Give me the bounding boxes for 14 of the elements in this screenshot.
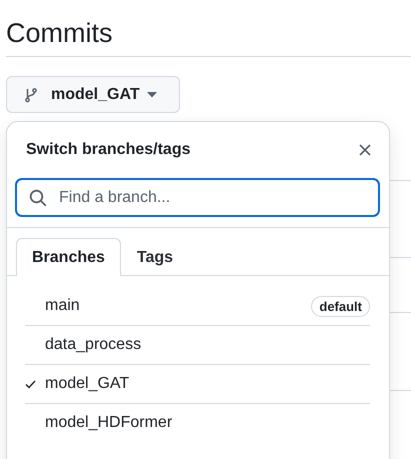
branch-item[interactable]: model_HDFormer xyxy=(25,404,370,442)
branch-item[interactable]: main default xyxy=(25,287,370,326)
branch-icon xyxy=(23,86,39,102)
branch-item[interactable]: model_GAT xyxy=(25,365,370,404)
tab[interactable]: Tags xyxy=(120,238,190,276)
branch-item[interactable]: data_process xyxy=(25,326,370,365)
close-icon xyxy=(359,144,371,156)
search-field[interactable]: Find a branch... xyxy=(15,178,380,217)
page-title: Commits xyxy=(5,16,114,50)
dropdown-title: Switch branches/tags xyxy=(26,141,190,159)
default-badge: default xyxy=(311,296,370,316)
caret-icon xyxy=(147,92,157,98)
tab[interactable]: Branches xyxy=(16,238,121,276)
branch-select-button[interactable]: model_GAT xyxy=(6,76,180,113)
